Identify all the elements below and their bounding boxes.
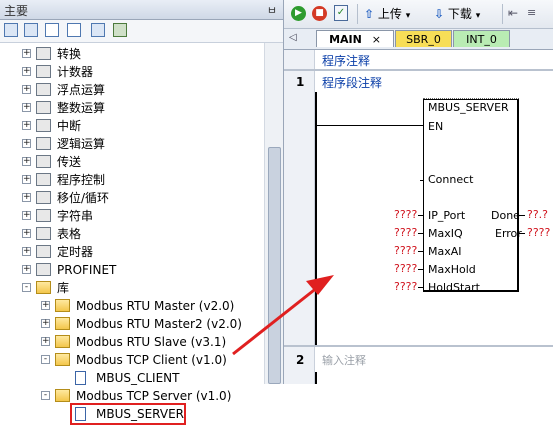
annotation-arrow xyxy=(232,275,334,356)
collapse-icon[interactable]: - xyxy=(41,391,50,400)
annotation-arrow-line xyxy=(232,285,319,356)
folder-icon xyxy=(55,389,70,402)
selection-highlight xyxy=(70,403,186,425)
